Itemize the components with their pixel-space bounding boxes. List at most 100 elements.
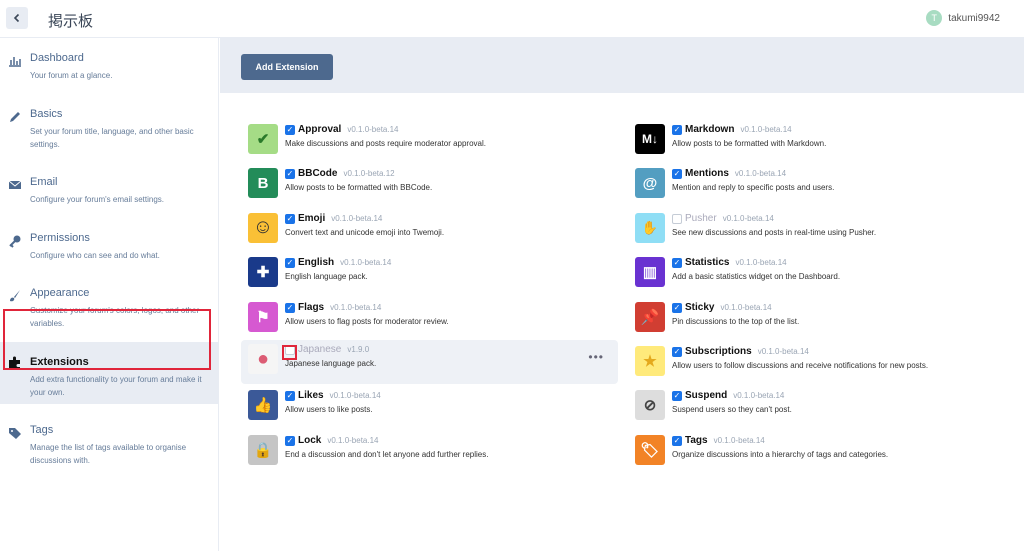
extension-description: Japanese language pack. (285, 359, 377, 368)
extension-title: BBCode v0.1.0-beta.12 (298, 168, 395, 179)
extension-version: v0.1.0-beta.14 (347, 125, 399, 134)
extension-description: Allow users to flag posts for moderator … (285, 316, 449, 326)
extension-item-suspend[interactable]: ⊘ ✓ Suspend v0.1.0-beta.14 Suspend users so … (628, 386, 998, 426)
enable-checkbox[interactable]: ✓ (672, 125, 682, 135)
sidebar-item-desc: Configure your forum's email settings. (30, 195, 165, 204)
sticky-extension-icon: 📌 (635, 301, 665, 332)
envelope-icon (8, 180, 22, 189)
extension-name: Approval (298, 124, 342, 135)
sidebar-item-permissions[interactable]: Permissions Configure who can see and do… (0, 232, 219, 267)
enable-checkbox[interactable]: ✓ (285, 125, 295, 135)
extension-description: Convert text and unicode emoji into Twem… (285, 227, 445, 237)
statistics-extension-icon: ▥ (635, 257, 665, 288)
username: takumi9942 (948, 12, 1000, 24)
sidebar-item-label: Basics (30, 108, 63, 120)
bbcode-extension-icon: B (248, 168, 278, 199)
enable-checkbox[interactable]: ✓ (285, 258, 295, 269)
enable-checkbox[interactable]: ✓ (285, 435, 295, 446)
enable-checkbox[interactable]: ✓ (672, 169, 682, 180)
sidebar-item-label: Appearance (30, 287, 90, 299)
extension-item-flags[interactable]: ⚑ ✓ Flags v0.1.0-beta.14 Allow users to flag… (241, 298, 611, 338)
extension-version: v1.9.0 (347, 345, 370, 354)
sidebar-item-label: Tags (30, 424, 54, 436)
enable-checkbox[interactable]: ✓ (285, 169, 295, 180)
extension-item-emoji[interactable]: ☺ ✓ Emoji v0.1.0-beta.14 Convert text and un… (241, 209, 611, 249)
extension-item-approval[interactable]: ✔ ✓ Approval v0.1.0-beta.14 Make discussions… (241, 120, 611, 160)
extension-name: Flags (298, 301, 325, 313)
extension-title: Tags v0.1.0-beta.14 (685, 435, 765, 446)
extension-item-subscriptions[interactable]: ★ ✓ Subscriptions v0.1.0-beta.14 Allow users… (628, 342, 998, 382)
extension-item-tags[interactable]: 🏷 ✓ Tags v0.1.0-beta.14 Organize discussions… (628, 431, 998, 471)
extension-title: Likes v0.1.0-beta.14 (298, 390, 381, 401)
extension-item-bbcode[interactable]: B ✓ BBCode v0.1.0-beta.12 Allow posts to be … (241, 164, 611, 204)
sidebar-item-basics[interactable]: Basics Set your forum title, language, a… (0, 108, 219, 153)
extension-title: Pusher v0.1.0-beta.14 (685, 213, 774, 224)
back-button[interactable] (6, 7, 28, 29)
enable-checkbox[interactable]: ✓ (672, 258, 682, 269)
extension-version: v0.1.0-beta.14 (330, 302, 382, 312)
extension-version: v0.1.0-beta.14 (722, 213, 774, 223)
markdown-extension-icon: M↓ (635, 124, 665, 154)
extension-item-mentions[interactable]: @ ✓ Mentions v0.1.0-beta.14 Mention and repl… (628, 164, 998, 204)
extension-item-english[interactable]: ✚ ✓ English v0.1.0-beta.14 English language … (241, 253, 611, 293)
extension-description: Allow posts to be formatted with BBCode. (285, 183, 433, 193)
enable-checkbox[interactable]: ✓ (672, 302, 682, 313)
more-options-icon[interactable]: ••• (588, 350, 604, 364)
enable-checkbox[interactable]: ✓ (672, 391, 682, 402)
extension-title: Japanese v1.9.0 (298, 344, 369, 355)
sidebar-item-email[interactable]: Email Configure your forum's email setti… (0, 176, 219, 211)
extension-version: v0.1.0-beta.14 (327, 435, 379, 445)
enable-checkbox[interactable] (672, 213, 682, 224)
extension-description: End a discussion and don't let anyone ad… (285, 449, 489, 459)
sidebar-item-label: Dashboard (30, 52, 84, 64)
flags-extension-icon: ⚑ (248, 301, 278, 332)
extensions-toolbar: Add Extension (220, 38, 1024, 93)
extension-description: Mention and reply to specific posts and … (672, 183, 835, 193)
extension-description: Allow posts to be formatted with Markdow… (672, 139, 827, 148)
extension-version: v0.1.0-beta.14 (740, 125, 792, 134)
extension-title: Emoji v0.1.0-beta.14 (298, 213, 382, 224)
extension-name: English (298, 257, 335, 269)
extension-title: English v0.1.0-beta.14 (298, 257, 391, 268)
extension-item-statistics[interactable]: ▥ ✓ Statistics v0.1.0-beta.14 Add a basic st… (628, 253, 998, 293)
extension-description: Make discussions and posts require moder… (285, 139, 486, 148)
key-icon (9, 235, 21, 248)
extension-item-pusher[interactable]: ✋ Pusher v0.1.0-beta.14 See new discussions… (628, 209, 998, 249)
lock-extension-icon: 🔒 (248, 434, 278, 465)
extension-name: Subscriptions (685, 346, 752, 357)
site-title[interactable]: 掲示板 (48, 10, 93, 31)
enable-checkbox[interactable]: ✓ (672, 435, 682, 446)
sidebar-item-dashboard[interactable]: Dashboard Your forum at a glance. (0, 52, 219, 92)
extension-item-lock[interactable]: 🔒 ✓ Lock v0.1.0-beta.14 End a discussion and… (241, 431, 611, 471)
extension-item-likes[interactable]: 👍 ✓ Likes v0.1.0-beta.14 Allow users to like… (241, 386, 611, 426)
sidebar-item-desc: Your forum at a glance. (30, 71, 113, 80)
extension-item-markdown[interactable]: M↓ ✓ Markdown v0.1.0-beta.14 Allow posts to … (628, 120, 998, 160)
extensions-highlight-box (3, 309, 211, 370)
enable-checkbox[interactable]: ✓ (672, 347, 682, 357)
extension-item-sticky[interactable]: 📌 ✓ Sticky v0.1.0-beta.14 Pin discussions to… (628, 298, 998, 338)
extension-version: v0.1.0-beta.14 (757, 347, 809, 356)
extension-title: Subscriptions v0.1.0-beta.14 (685, 346, 809, 357)
user-menu[interactable]: T takumi9942 (926, 10, 1000, 26)
emoji-extension-icon: ☺ (248, 212, 278, 243)
extension-version: v0.1.0-beta.14 (733, 391, 785, 401)
add-extension-button[interactable]: Add Extension (241, 54, 333, 80)
enable-checkbox[interactable]: ✓ (285, 391, 295, 402)
sidebar-item-desc: Add extra functionality to your forum an… (30, 375, 202, 397)
extension-name: BBCode (298, 168, 338, 180)
extension-description: Pin discussions to the top of the list. (672, 316, 800, 326)
extension-version: v0.1.0-beta.14 (734, 169, 787, 179)
subscriptions-extension-icon: ★ (635, 346, 665, 376)
sidebar-item-desc: Manage the list of tags available to org… (30, 443, 187, 465)
extension-description: Add a basic statistics widget on the Das… (672, 272, 841, 282)
pusher-extension-icon: ✋ (635, 212, 665, 243)
extension-title: Lock v0.1.0-beta.14 (298, 435, 379, 446)
extension-name: Lock (298, 434, 322, 446)
extension-item-japanese[interactable]: ● Japanese v1.9.0 Japanese language pack. ••… (241, 340, 618, 384)
enable-checkbox[interactable]: ✓ (285, 213, 295, 224)
enable-checkbox[interactable]: ✓ (285, 302, 295, 313)
extension-description: Allow users to like posts. (285, 405, 373, 415)
extension-description: Suspend users so they can't post. (672, 405, 792, 415)
extension-description: Allow users to follow discussions and re… (672, 361, 929, 370)
sidebar-item-tags[interactable]: Tags Manage the list of tags available t… (0, 424, 219, 469)
